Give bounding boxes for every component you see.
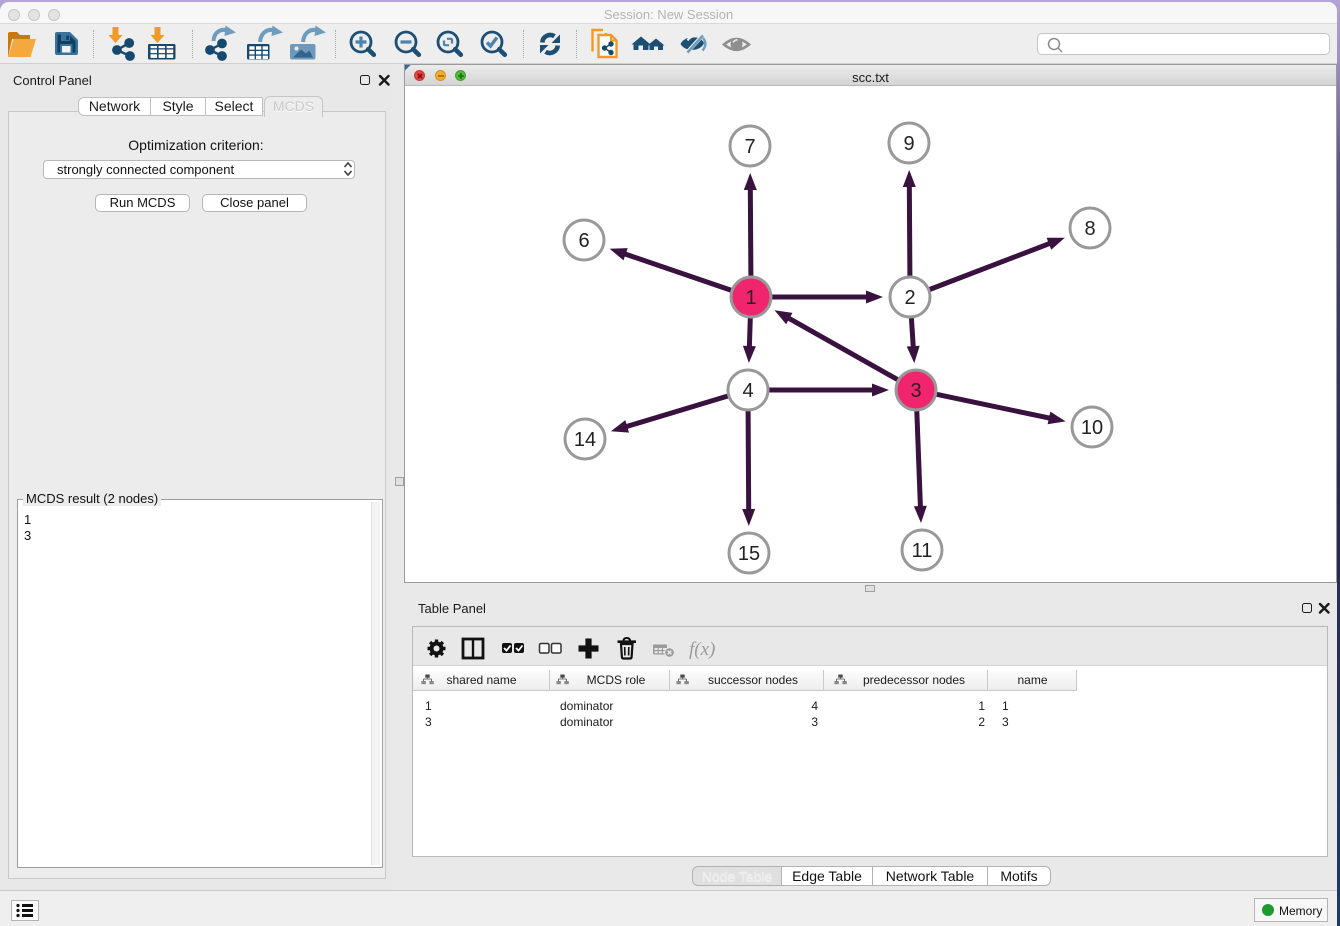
svg-text:8: 8	[1084, 218, 1095, 240]
svg-text:f(x): f(x)	[689, 639, 715, 660]
svg-text:4: 4	[742, 380, 753, 402]
svg-text:2: 2	[904, 287, 915, 309]
svg-text:7: 7	[744, 136, 755, 158]
svg-text:9: 9	[903, 133, 914, 155]
svg-text:1: 1	[745, 287, 756, 309]
svg-text:14: 14	[574, 429, 596, 451]
svg-text:11: 11	[912, 540, 933, 562]
svg-text:6: 6	[578, 230, 589, 252]
svg-text:3: 3	[910, 380, 921, 402]
svg-text:10: 10	[1081, 417, 1103, 439]
svg-text:15: 15	[738, 543, 760, 565]
